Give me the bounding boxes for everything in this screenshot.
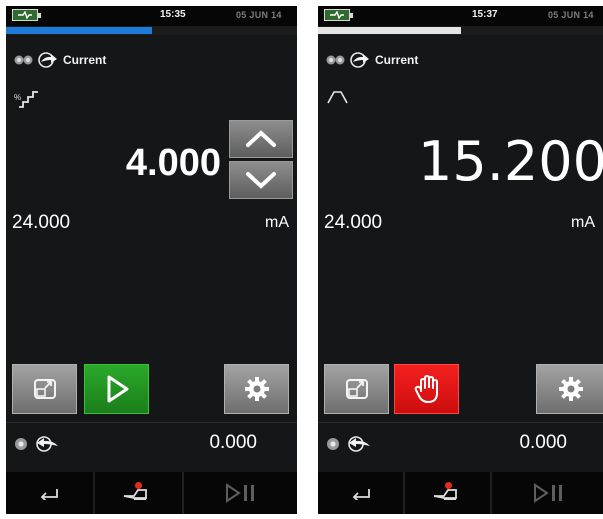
ramp-icon xyxy=(326,88,350,111)
gear-icon xyxy=(559,377,583,401)
chevron-up-icon xyxy=(246,130,276,147)
sensor-button[interactable] xyxy=(95,472,184,514)
play-icon xyxy=(107,375,128,403)
range-value: 24.000 xyxy=(324,212,383,233)
channel-icon xyxy=(15,438,27,450)
unit-label: mA xyxy=(265,214,289,231)
progress-fill xyxy=(318,27,461,34)
clock-time: 15:37 xyxy=(472,9,498,20)
measure-value: 0.000 xyxy=(209,432,257,453)
channel-icon xyxy=(326,55,345,65)
set-value[interactable]: 15.200 xyxy=(418,130,603,193)
unit-label: mA xyxy=(571,214,595,231)
battery-icon xyxy=(12,9,41,21)
input-arrow-icon xyxy=(36,436,58,452)
settings-button[interactable] xyxy=(536,364,603,414)
output-arrow-icon xyxy=(350,52,369,68)
progress-bar xyxy=(6,26,297,35)
stop-button[interactable] xyxy=(394,364,459,414)
expand-icon xyxy=(33,379,56,399)
input-arrow-icon xyxy=(348,436,370,452)
divider xyxy=(318,422,603,423)
progress-fill xyxy=(6,27,152,34)
step-icon: % xyxy=(14,88,40,110)
nav-bar xyxy=(318,472,603,514)
measure-value: 0.000 xyxy=(519,432,567,453)
chevron-down-icon xyxy=(246,172,276,189)
expand-button[interactable] xyxy=(324,364,389,414)
mode-label: Current xyxy=(63,53,107,67)
stop-hand-icon xyxy=(414,375,438,403)
date-label: 05 JUN 14 xyxy=(236,10,282,20)
progress-bar xyxy=(318,26,603,35)
play-pause-button[interactable] xyxy=(184,472,297,514)
divider xyxy=(6,422,297,423)
status-bar: 15:37 05 JUN 14 xyxy=(318,6,603,26)
channel-icon xyxy=(14,55,33,65)
play-pause-icon xyxy=(533,483,562,503)
mode-header[interactable]: Current xyxy=(14,52,106,68)
settings-button[interactable] xyxy=(224,364,289,414)
start-button[interactable] xyxy=(84,364,149,414)
output-arrow-icon xyxy=(38,52,57,68)
screen-1: 15:35 05 JUN 14 Current % 4.000 24.000 m xyxy=(6,6,297,514)
back-arrow-icon xyxy=(41,489,59,500)
channel-icon xyxy=(327,438,339,450)
decrement-button[interactable] xyxy=(229,161,293,199)
mode-label: Current xyxy=(375,53,419,67)
expand-icon xyxy=(345,379,368,399)
sensor-button[interactable] xyxy=(405,472,493,514)
nav-bar xyxy=(6,472,297,514)
expand-button[interactable] xyxy=(12,364,77,414)
clock-time: 15:35 xyxy=(160,9,186,20)
back-button[interactable] xyxy=(6,472,95,514)
screen-2: 15:37 05 JUN 14 Current 15.200 24.000 mA xyxy=(318,6,603,514)
status-bar: 15:35 05 JUN 14 xyxy=(6,6,297,26)
battery-icon xyxy=(324,9,353,21)
back-button[interactable] xyxy=(318,472,406,514)
mode-header[interactable]: Current xyxy=(326,52,418,68)
back-arrow-icon xyxy=(352,489,370,500)
alert-dot xyxy=(134,482,142,489)
increment-button[interactable] xyxy=(229,120,293,158)
play-pause-button[interactable] xyxy=(492,472,603,514)
gear-icon xyxy=(244,377,269,401)
set-value[interactable]: 4.000 xyxy=(126,142,221,185)
range-value: 24.000 xyxy=(12,212,71,233)
date-label: 05 JUN 14 xyxy=(548,10,594,20)
play-pause-icon xyxy=(226,483,255,503)
